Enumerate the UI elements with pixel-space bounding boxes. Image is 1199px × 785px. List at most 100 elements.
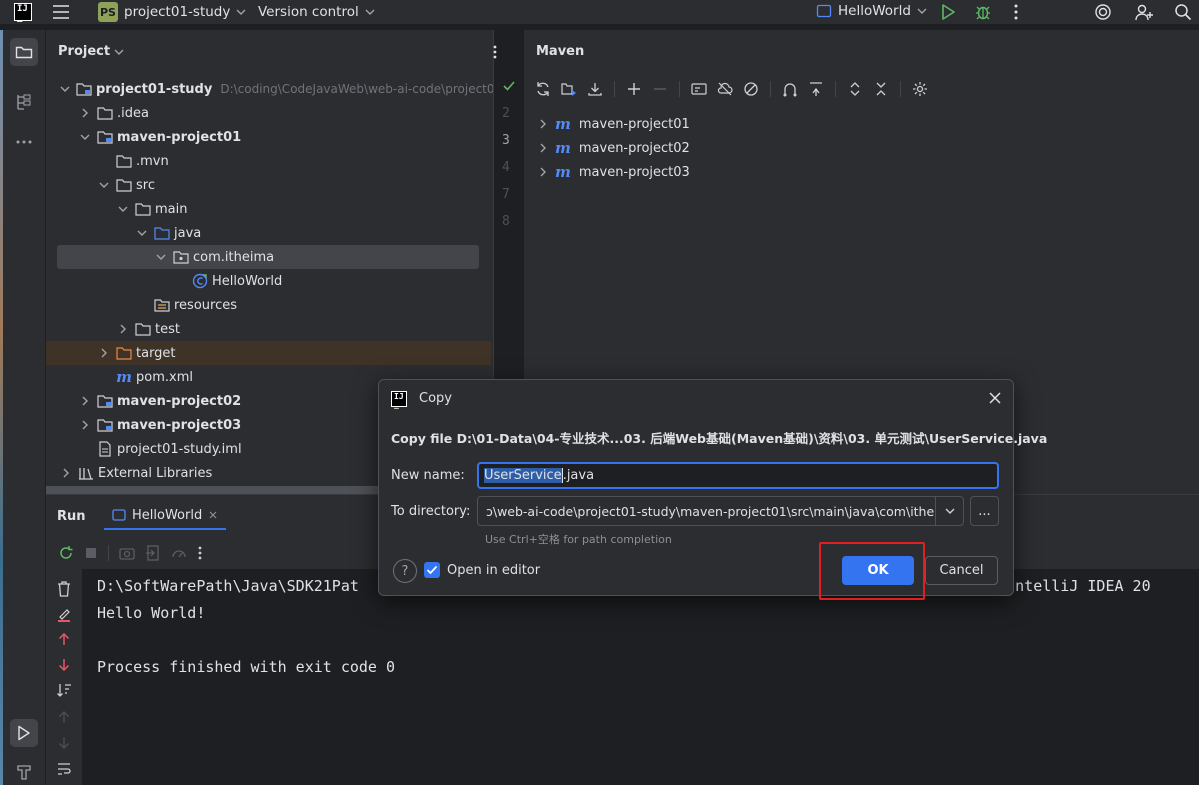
rerun-icon[interactable] xyxy=(58,545,74,561)
tree-item-label: project01-study xyxy=(96,81,213,97)
chevron-down-icon[interactable] xyxy=(117,205,129,213)
tree-item-main[interactable]: main xyxy=(46,197,491,221)
tree-item-test[interactable]: test xyxy=(46,317,491,341)
tree-item-com-itheima[interactable]: com.itheima xyxy=(57,245,479,269)
export-icon xyxy=(145,545,161,561)
chevron-down-icon[interactable] xyxy=(136,229,148,237)
chevron-right-icon[interactable] xyxy=(79,420,91,430)
run-tool-button[interactable] xyxy=(10,719,38,747)
to-directory-combobox[interactable]: ɔ\web-ai-code\project01-study\maven-proj… xyxy=(477,496,964,526)
more-tools-button[interactable] xyxy=(10,128,38,156)
structure-tool-button[interactable] xyxy=(10,88,38,116)
tree-item-src[interactable]: src xyxy=(46,173,491,197)
settings-icon[interactable] xyxy=(911,80,929,98)
collapse-all-icon[interactable] xyxy=(807,80,825,98)
chevron-right-icon[interactable] xyxy=(98,348,110,358)
arrow-down-icon[interactable] xyxy=(56,657,72,673)
add-icon[interactable] xyxy=(625,80,643,98)
help-button[interactable]: ? xyxy=(393,559,417,583)
iml-file-icon xyxy=(97,441,113,457)
options-icon[interactable] xyxy=(492,44,498,60)
maven-project-item[interactable]: m maven-project02 xyxy=(539,139,690,157)
arrow-up-icon[interactable] xyxy=(56,631,72,647)
to-directory-value[interactable]: ɔ\web-ai-code\project01-study\maven-proj… xyxy=(478,504,935,519)
new-name-input[interactable]: UserService .java xyxy=(477,462,999,489)
chevron-right-icon[interactable] xyxy=(79,396,91,406)
chevron-right-icon[interactable] xyxy=(79,108,91,118)
generate-sources-icon[interactable] xyxy=(560,80,578,98)
tree-item-resources[interactable]: resources xyxy=(46,293,491,317)
chevron-right-icon[interactable] xyxy=(539,119,547,129)
chevron-down-icon[interactable] xyxy=(98,181,110,189)
tree-item-project01-study[interactable]: project01-study D:\coding\CodeJavaWeb\we… xyxy=(46,77,513,101)
search-icon[interactable] xyxy=(1174,3,1192,21)
show-dependencies-icon[interactable] xyxy=(781,80,799,98)
java-class-icon xyxy=(192,273,208,289)
run-config-selector[interactable]: HelloWorld xyxy=(816,3,927,19)
folder-icon xyxy=(135,321,151,337)
new-name-extension: .java xyxy=(562,468,595,483)
tree-item-maven-project01[interactable]: maven-project01 xyxy=(46,125,491,149)
chevron-down-icon[interactable] xyxy=(60,85,70,93)
skip-tests-icon[interactable] xyxy=(742,80,760,98)
close-icon[interactable] xyxy=(989,392,1001,404)
tree-item-java[interactable]: java xyxy=(46,221,491,245)
more-actions-icon[interactable] xyxy=(1012,3,1020,21)
maven-project-item[interactable]: m maven-project03 xyxy=(539,163,690,181)
offline-mode-icon[interactable] xyxy=(716,80,734,98)
open-in-editor-checkbox[interactable] xyxy=(424,562,440,578)
line-number: 8 xyxy=(502,214,510,229)
chevron-down-icon[interactable] xyxy=(79,133,91,141)
run-icon[interactable] xyxy=(940,3,956,21)
package-icon xyxy=(173,249,189,265)
intellij-logo-icon[interactable]: IJ _ xyxy=(14,3,32,23)
execute-goal-icon[interactable] xyxy=(690,80,708,98)
dialog-heading: Copy file D:\01-Data\04-专业技术...03. 后端Web… xyxy=(391,431,1048,446)
soft-wrap-icon[interactable] xyxy=(56,761,72,777)
version-control-menu[interactable]: Version control xyxy=(258,4,375,20)
add-user-icon[interactable] xyxy=(1134,3,1154,21)
intellij-logo-icon: IJ _ xyxy=(391,391,407,409)
chevron-right-icon[interactable] xyxy=(539,167,547,177)
cancel-button[interactable]: Cancel xyxy=(925,556,998,585)
browse-button[interactable]: ... xyxy=(970,496,999,526)
more-actions-icon[interactable] xyxy=(197,545,203,561)
collapse-icon[interactable] xyxy=(872,80,890,98)
build-tool-button[interactable] xyxy=(10,758,38,785)
ai-assistant-icon[interactable] xyxy=(1094,3,1112,21)
close-icon[interactable] xyxy=(208,510,218,520)
project-badge: PS xyxy=(98,2,118,22)
open-in-editor-label[interactable]: Open in editor xyxy=(447,563,540,578)
expand-icon[interactable] xyxy=(846,80,864,98)
reload-icon[interactable] xyxy=(534,80,552,98)
tree-item-mvn[interactable]: .mvn xyxy=(46,149,491,173)
check-icon xyxy=(426,565,438,575)
maven-project-item[interactable]: m maven-project01 xyxy=(539,115,690,133)
console-line: Hello World! xyxy=(97,604,206,622)
project-name: project01-study xyxy=(124,4,231,20)
chevron-right-icon[interactable] xyxy=(60,468,72,478)
tree-item-helloworld[interactable]: HelloWorld xyxy=(46,269,491,293)
folder-icon xyxy=(116,153,132,169)
main-menu-icon[interactable] xyxy=(52,4,70,20)
line-number: 2 xyxy=(502,106,510,121)
chevron-right-icon[interactable] xyxy=(539,143,547,153)
desktop-wallpaper-edge xyxy=(0,30,3,785)
download-icon[interactable] xyxy=(586,80,604,98)
project-switcher[interactable]: PS project01-study xyxy=(98,2,246,22)
trash-icon[interactable] xyxy=(56,581,72,597)
run-tab-helloworld[interactable]: HelloWorld xyxy=(104,502,227,530)
project-panel-title[interactable]: Project xyxy=(58,44,124,59)
sort-icon[interactable] xyxy=(56,682,72,698)
library-icon xyxy=(78,465,94,481)
chevron-right-icon[interactable] xyxy=(117,324,129,334)
project-tool-button[interactable] xyxy=(10,38,38,66)
chevron-down-icon[interactable] xyxy=(935,497,963,525)
to-directory-label: To directory: xyxy=(391,504,471,519)
chevron-down-icon[interactable] xyxy=(155,253,167,261)
tree-item-target[interactable]: target xyxy=(46,341,491,365)
maven-toolbar xyxy=(534,80,929,98)
tree-item-idea[interactable]: .idea xyxy=(46,101,491,125)
clear-icon[interactable] xyxy=(56,607,72,623)
debug-icon[interactable] xyxy=(974,3,992,21)
